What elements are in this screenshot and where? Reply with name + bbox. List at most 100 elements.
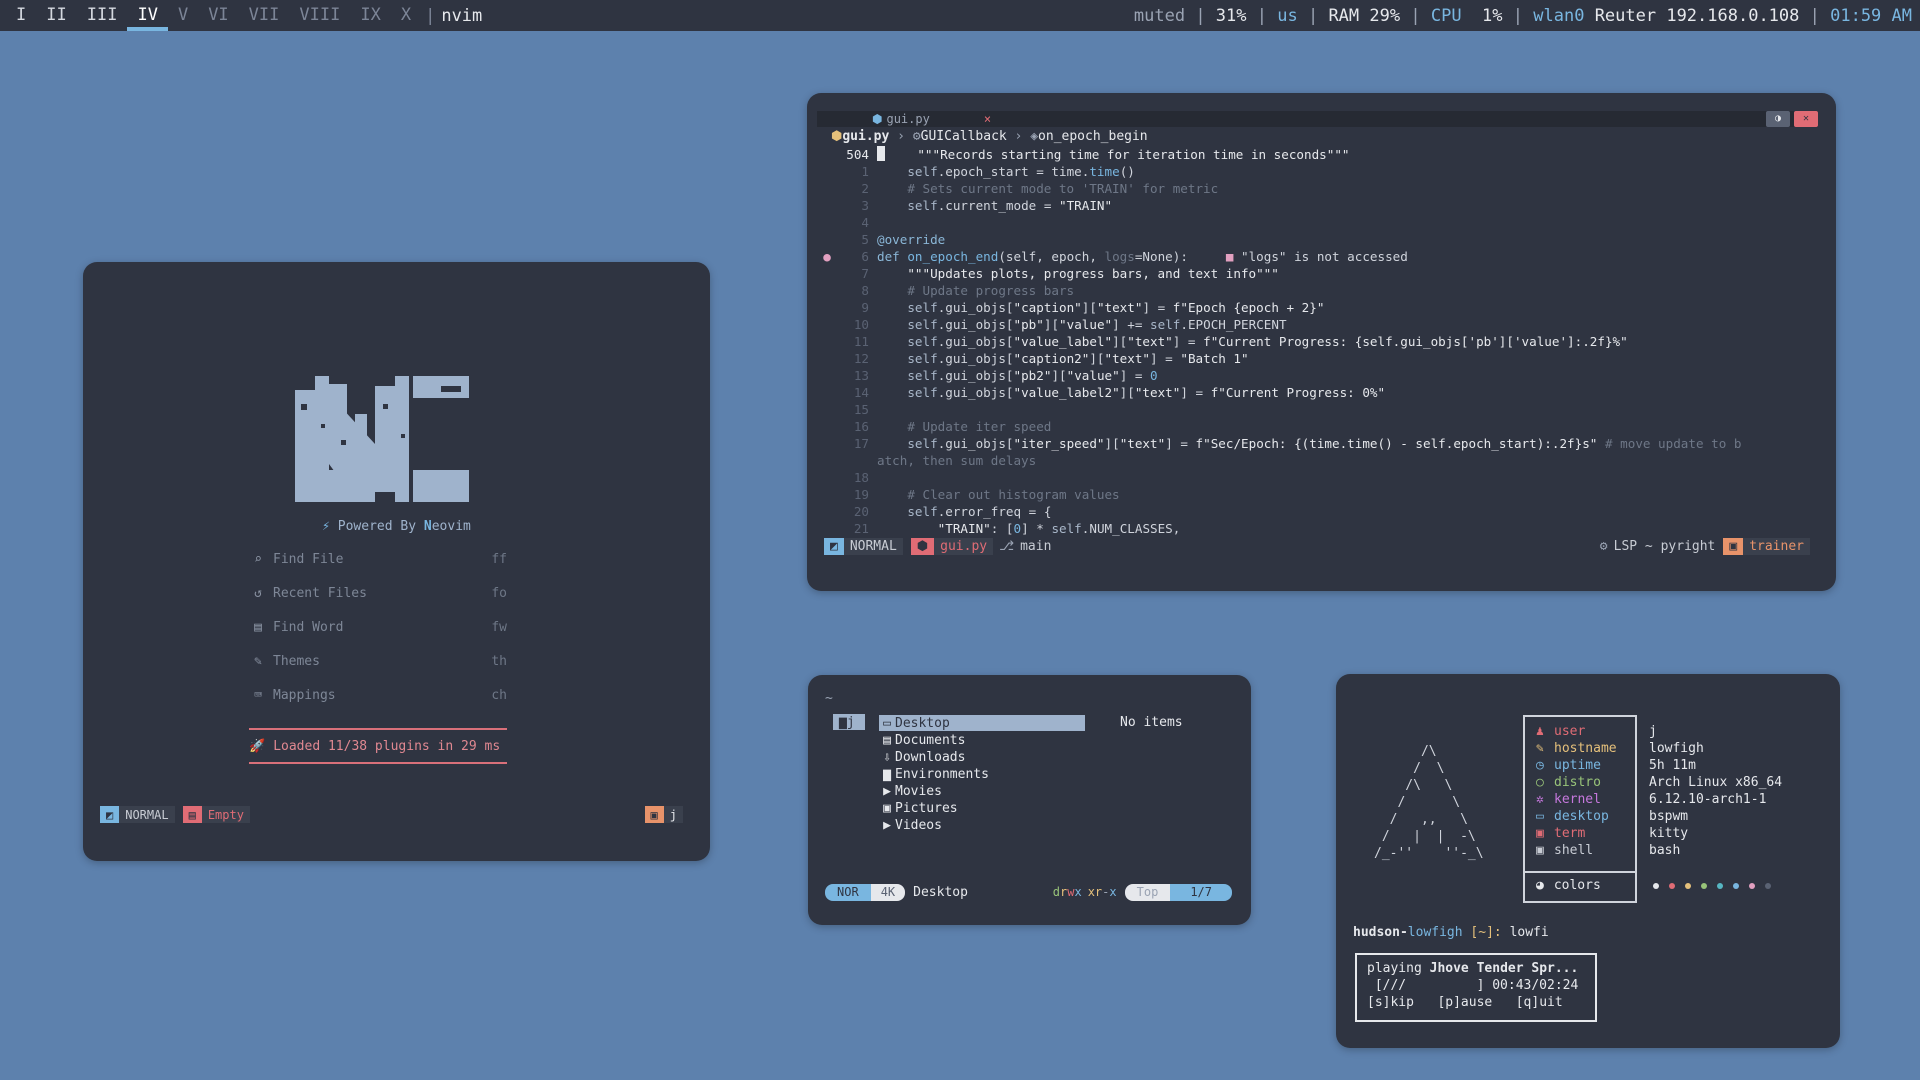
fm-item[interactable]: ▤ Documents xyxy=(879,732,965,748)
line-number xyxy=(837,452,877,469)
fm-item[interactable]: ▶ Videos xyxy=(879,817,942,833)
palette-dot xyxy=(1717,882,1723,889)
code-line[interactable]: 5 @override xyxy=(817,231,1827,248)
lowfi-player[interactable]: playing Jhove Tender Spr... [/// ] 00:43… xyxy=(1355,953,1597,1022)
track-title: Jhove Tender Spr... xyxy=(1429,961,1579,976)
fetch-label-text: distro xyxy=(1554,775,1601,790)
fetch-label-text: hostname xyxy=(1554,741,1617,756)
code-line[interactable]: 11 self.gui_objs["value_label"]["text"] … xyxy=(817,333,1827,350)
code-line[interactable]: 8 # Update progress bars xyxy=(817,282,1827,299)
workspace-5[interactable]: V xyxy=(168,0,198,31)
code-text: self.current_mode = "TRAIN" xyxy=(907,198,1113,213)
volume-status[interactable]: muted xyxy=(1134,6,1185,26)
skip-key[interactable]: [s]kip xyxy=(1367,995,1414,1010)
code-line[interactable]: 14 self.gui_objs["value_label2"]["text"]… xyxy=(817,384,1827,401)
code-line[interactable]: 17 self.gui_objs["iter_speed"]["text"] =… xyxy=(817,435,1827,452)
workspace-4[interactable]: IV xyxy=(127,0,169,31)
workspace-8[interactable]: VIII xyxy=(289,0,350,31)
code-text: self.error_freq = { xyxy=(907,504,1052,519)
code-line[interactable]: 21 "TRAIN": [0] * self.NUM_CLASSES, xyxy=(817,520,1827,537)
code-line[interactable]: 2 # Sets current mode to 'TRAIN' for met… xyxy=(817,180,1827,197)
file-manager-window[interactable]: ~ ▆ j ▭ Desktop ▤ Documents ⇩ Downloads ▆ Envir… xyxy=(808,675,1251,925)
circle-icon: ○ xyxy=(1536,775,1544,790)
fm-perm-x: x xyxy=(1074,885,1082,899)
status-modules: muted | 31% | us | RAM 29% | CPU 1% | wl… xyxy=(1133,5,1912,26)
workspace-1[interactable]: I xyxy=(6,0,36,31)
editor-statusline: ◩ NORMAL ⬢ gui.py ⎇ main ⚙ LSP ~ pyright ▣… xyxy=(824,538,1810,555)
fm-item-label: Pictures xyxy=(895,800,958,816)
code-line[interactable]: 3 self.current_mode = "TRAIN" xyxy=(817,197,1827,214)
fetch-label-kernel: ✲ kernel xyxy=(1536,791,1601,808)
workspace-10[interactable]: X xyxy=(391,0,421,31)
prompt-host: lowfigh xyxy=(1407,925,1463,940)
nvim-dashboard-window[interactable]: ⚡ Powered By Neovim ⌕ Find File ff ↺ Recent … xyxy=(83,262,710,861)
code-line[interactable]: 10 self.gui_objs["pb"]["value"] += self.… xyxy=(817,316,1827,333)
lightbulb-icon: ● xyxy=(823,249,831,264)
network-name[interactable]: Reuter 192.168.0.108 xyxy=(1595,6,1800,26)
breadcrumb-method[interactable]: on_epoch_begin xyxy=(1038,129,1148,144)
class-icon: ⚙ xyxy=(912,129,921,144)
tab-close-icon[interactable]: × xyxy=(984,112,991,126)
keyboard-icon: ⌨ xyxy=(254,688,262,703)
dashboard-item-mappings[interactable]: ⌨ Mappings ch xyxy=(249,688,507,703)
code-line[interactable]: 504 """Records starting time for iterati… xyxy=(817,146,1827,163)
file-name: Empty xyxy=(201,806,250,823)
fm-item-label: Videos xyxy=(895,817,942,833)
gutter xyxy=(817,316,837,333)
code-line[interactable]: 15 xyxy=(817,401,1827,418)
workspace-3[interactable]: III xyxy=(77,0,128,31)
terminal-window[interactable]: /\ / \ /\ \ / \ / ,, \ / | | -\ /_-'' ''… xyxy=(1336,674,1840,1048)
fm-item[interactable]: ▆ Environments xyxy=(879,766,989,782)
window-buttons: ◑ ✕ xyxy=(1766,111,1818,127)
fm-item[interactable]: ▶ Movies xyxy=(879,783,942,799)
lsp-gear-icon: ⚙ xyxy=(1599,539,1608,554)
breadcrumb-class[interactable]: GUICallback xyxy=(921,129,1007,144)
code-line[interactable]: 13 self.gui_objs["pb2"]["value"] = 0 xyxy=(817,367,1827,384)
folder-icon: ▶ xyxy=(883,817,891,833)
toggle-theme-icon[interactable]: ◑ xyxy=(1766,111,1790,127)
code-text: "TRAIN": [0] * self.NUM_CLASSES, xyxy=(937,521,1181,536)
keyboard-layout[interactable]: us xyxy=(1277,6,1297,26)
code-line[interactable]: 7 """Updates plots, progress bars, and t… xyxy=(817,265,1827,282)
clock[interactable]: 01:59 AM xyxy=(1830,6,1912,26)
code-line[interactable]: ● 6 def on_epoch_end(self, epoch, logs=Non… xyxy=(817,248,1827,265)
code-text: def on_epoch_end(self, epoch, logs=None)… xyxy=(877,249,1408,264)
dashboard-item-find-word[interactable]: ▤ Find Word fw xyxy=(249,620,507,635)
tab-gui-py[interactable]: ⬢ gui.py × xyxy=(872,111,991,127)
fm-item[interactable]: ⇩ Downloads xyxy=(879,749,965,765)
fm-item[interactable]: ▣ Pictures xyxy=(879,800,958,816)
code-line[interactable]: 9 self.gui_objs["caption"]["text"] = f"E… xyxy=(817,299,1827,316)
code-line[interactable]: 12 self.gui_objs["caption2"]["text"] = "… xyxy=(817,350,1827,367)
quit-key[interactable]: [q]uit xyxy=(1516,995,1563,1010)
code-line[interactable]: 4 xyxy=(817,214,1827,231)
fm-item-label: Downloads xyxy=(895,749,966,765)
fetch-label-desktop: ▭ desktop xyxy=(1536,808,1609,825)
dashboard-item-find-file[interactable]: ⌕ Find File ff xyxy=(249,552,507,567)
gutter xyxy=(817,146,837,163)
python-icon: ⬢ xyxy=(910,538,935,555)
breadcrumb-file[interactable]: gui.py xyxy=(842,129,889,144)
code-line[interactable]: 20 self.error_freq = { xyxy=(817,503,1827,520)
fm-parent-dir[interactable]: ▆ j xyxy=(833,714,865,730)
code-line[interactable]: 1 self.epoch_start = time.time() xyxy=(817,163,1827,180)
brush-icon: ✎ xyxy=(254,654,262,669)
close-icon[interactable]: ✕ xyxy=(1794,111,1818,127)
nvim-editor-window[interactable]: ⬢ gui.py × ◑ ✕ ⬢ gui.py › ⚙ GUICallback › ◈… xyxy=(807,93,1836,591)
gutter xyxy=(817,469,837,486)
code-line[interactable]: 16 # Update iter speed xyxy=(817,418,1827,435)
code-line[interactable]: 18 xyxy=(817,469,1827,486)
workspace-2[interactable]: II xyxy=(36,0,76,31)
dashboard-item-themes[interactable]: ✎ Themes th xyxy=(249,654,507,669)
fetch-value-kernel: 6.12.10-arch1-1 xyxy=(1649,792,1767,807)
line-number: 4 xyxy=(861,215,869,230)
code-line[interactable]: 19 # Clear out histogram values xyxy=(817,486,1827,503)
workspace-7[interactable]: VII xyxy=(239,0,290,31)
code-buffer[interactable]: 504 """Records starting time for iterati… xyxy=(817,146,1827,537)
code-line[interactable]: atch, then sum delays xyxy=(817,452,1827,469)
pause-key[interactable]: [p]ause xyxy=(1437,995,1492,1010)
workspace-6[interactable]: VI xyxy=(198,0,238,31)
workspace-9[interactable]: IX xyxy=(350,0,390,31)
gutter xyxy=(817,350,837,367)
dashboard-item-recent-files[interactable]: ↺ Recent Files fo xyxy=(249,586,507,601)
fm-item[interactable]: ▭ Desktop xyxy=(879,715,1085,731)
